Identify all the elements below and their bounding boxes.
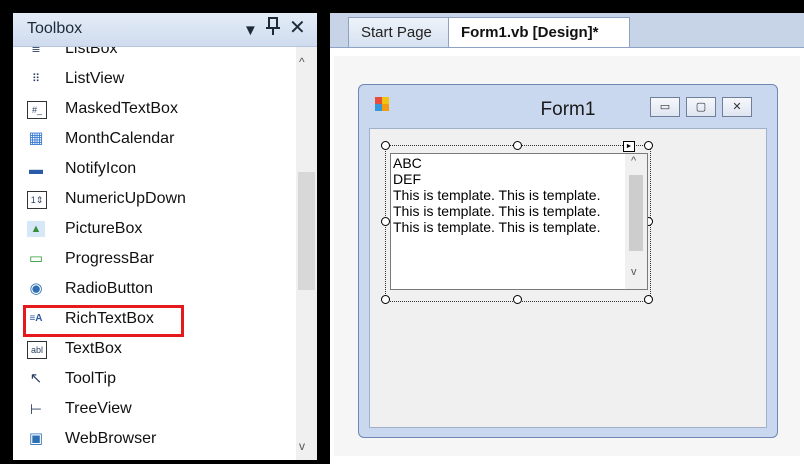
- richtextbox-icon: ≡A: [29, 313, 43, 324]
- richtextbox-line: DEF: [393, 171, 421, 187]
- toolbox-item-textbox[interactable]: abl TextBox: [13, 335, 296, 365]
- toolbox-item-listbox[interactable]: ≣ ListBox: [13, 47, 296, 65]
- toolbox-item-label: RichTextBox: [65, 310, 154, 327]
- toolbox-item-webbrowser[interactable]: ▣ WebBrowser: [13, 425, 296, 455]
- progressbar-icon: ▭: [28, 250, 44, 267]
- minimize-button[interactable]: ▭: [650, 97, 680, 117]
- smart-tag-icon[interactable]: ►: [623, 141, 635, 152]
- design-canvas: Form1 ▭ ▢ ✕ ► ABC DEF This is template. …: [334, 56, 800, 456]
- toolbox-item-monthcalendar[interactable]: ▦ MonthCalendar: [13, 125, 296, 155]
- richtextbox-scrollbar-thumb[interactable]: [629, 175, 643, 251]
- monthcalendar-icon: ▦: [28, 130, 44, 147]
- toolbox-item-numericupdown[interactable]: 1⇕ NumericUpDown: [13, 185, 296, 215]
- toolbox-item-label: ToolTip: [65, 370, 116, 387]
- picturebox-icon: ▲: [27, 221, 45, 237]
- toolbox-item-progressbar[interactable]: ▭ ProgressBar: [13, 245, 296, 275]
- toolbox-item-label: ListBox: [65, 47, 118, 57]
- numericupdown-icon: 1⇕: [27, 191, 47, 209]
- toolbox-item-label: ListView: [65, 70, 125, 87]
- resize-handle-left[interactable]: [381, 217, 390, 226]
- toolbox-item-treeview[interactable]: ⊢ TreeView: [13, 395, 296, 425]
- richtextbox-line: ABC: [393, 155, 422, 171]
- resize-handle-bottom-left[interactable]: [381, 295, 390, 304]
- toolbox-item-listview[interactable]: ⠿ ListView: [13, 65, 296, 95]
- toolbox-item-label: TextBox: [65, 340, 122, 357]
- form-close-button[interactable]: ✕: [722, 97, 752, 117]
- toolbox-item-label: MonthCalendar: [65, 130, 175, 147]
- toolbox-scrollbar-thumb[interactable]: [298, 172, 315, 290]
- form-client-area: ► ABC DEF This is template. This is temp…: [369, 128, 767, 428]
- textbox-icon: abl: [27, 341, 47, 359]
- scroll-up-icon[interactable]: ^: [631, 155, 636, 167]
- toolbox-item-label: ProgressBar: [65, 250, 154, 267]
- tab-form1-design[interactable]: Form1.vb [Design]*: [448, 17, 630, 47]
- toolbox-item-label: WebBrowser: [65, 430, 157, 447]
- toolbox-item-label: NotifyIcon: [65, 160, 137, 177]
- toolbox-item-richtextbox[interactable]: ≡A RichTextBox: [13, 305, 296, 337]
- toolbox-item-label: NumericUpDown: [65, 190, 186, 207]
- pin-icon-glyph: [266, 17, 280, 35]
- close-icon[interactable]: ✕: [289, 16, 306, 40]
- scroll-down-icon[interactable]: v: [299, 439, 305, 453]
- richtextbox-control[interactable]: ABC DEF This is template. This is templa…: [390, 153, 648, 290]
- tooltip-icon: ↖: [29, 370, 43, 387]
- richtextbox-line: This is template. This is template. This…: [393, 187, 601, 235]
- resize-handle-top-right[interactable]: [644, 141, 653, 150]
- scroll-up-icon[interactable]: ^: [299, 55, 305, 69]
- resize-handle-bottom[interactable]: [513, 295, 522, 304]
- toolbox-scrollbar[interactable]: ^ v: [296, 47, 317, 460]
- tab-start-page[interactable]: Start Page: [348, 17, 456, 47]
- maskedtextbox-icon: #_: [27, 101, 47, 119]
- toolbox-item-label: RadioButton: [65, 280, 154, 297]
- dropdown-icon[interactable]: ▼: [243, 19, 258, 43]
- pin-icon[interactable]: [266, 16, 280, 42]
- toolbox-item-tooltip[interactable]: ↖ ToolTip: [13, 365, 296, 395]
- listbox-icon: ≣: [31, 47, 41, 55]
- radiobutton-icon: ◉: [29, 280, 43, 297]
- resize-handle-bottom-right[interactable]: [644, 295, 653, 304]
- richtextbox-content[interactable]: ABC DEF This is template. This is templa…: [393, 155, 621, 235]
- toolbox-title: Toolbox: [27, 20, 83, 37]
- toolbox-item-label: MaskedTextBox: [65, 100, 178, 117]
- notifyicon-icon: ▬: [29, 161, 43, 177]
- toolbox-item-radiobutton[interactable]: ◉ RadioButton: [13, 275, 296, 305]
- resize-handle-top-left[interactable]: [381, 141, 390, 150]
- richtextbox-scrollbar[interactable]: ^ v: [625, 154, 647, 289]
- resize-handle-top[interactable]: [513, 141, 522, 150]
- toolbox-item-label: TreeView: [65, 400, 132, 417]
- webbrowser-icon: ▣: [28, 430, 44, 447]
- designer-area: Start Page Form1.vb [Design]* Form1 ▭ ▢ …: [330, 13, 804, 464]
- treeview-icon: ⊢: [29, 401, 43, 417]
- toolbox-panel: Toolbox ▼ ✕ ≣ ListBox ⠿ ListView #_ Mask…: [13, 13, 317, 460]
- toolbox-item-picturebox[interactable]: ▲ PictureBox: [13, 215, 296, 245]
- toolbox-item-label: PictureBox: [65, 220, 143, 237]
- scroll-down-icon[interactable]: v: [631, 266, 637, 278]
- toolbox-item-maskedtextbox[interactable]: #_ MaskedTextBox: [13, 95, 296, 125]
- toolbox-item-notifyicon[interactable]: ▬ NotifyIcon: [13, 155, 296, 185]
- toolbox-item-list: ≣ ListBox ⠿ ListView #_ MaskedTextBox ▦ …: [13, 47, 296, 460]
- design-surface: Form1 ▭ ▢ ✕ ► ABC DEF This is template. …: [330, 47, 804, 464]
- listview-icon: ⠿: [31, 73, 41, 85]
- toolbox-header: Toolbox ▼ ✕: [13, 13, 317, 47]
- form-window[interactable]: Form1 ▭ ▢ ✕ ► ABC DEF This is template. …: [358, 84, 778, 438]
- maximize-button[interactable]: ▢: [686, 97, 716, 117]
